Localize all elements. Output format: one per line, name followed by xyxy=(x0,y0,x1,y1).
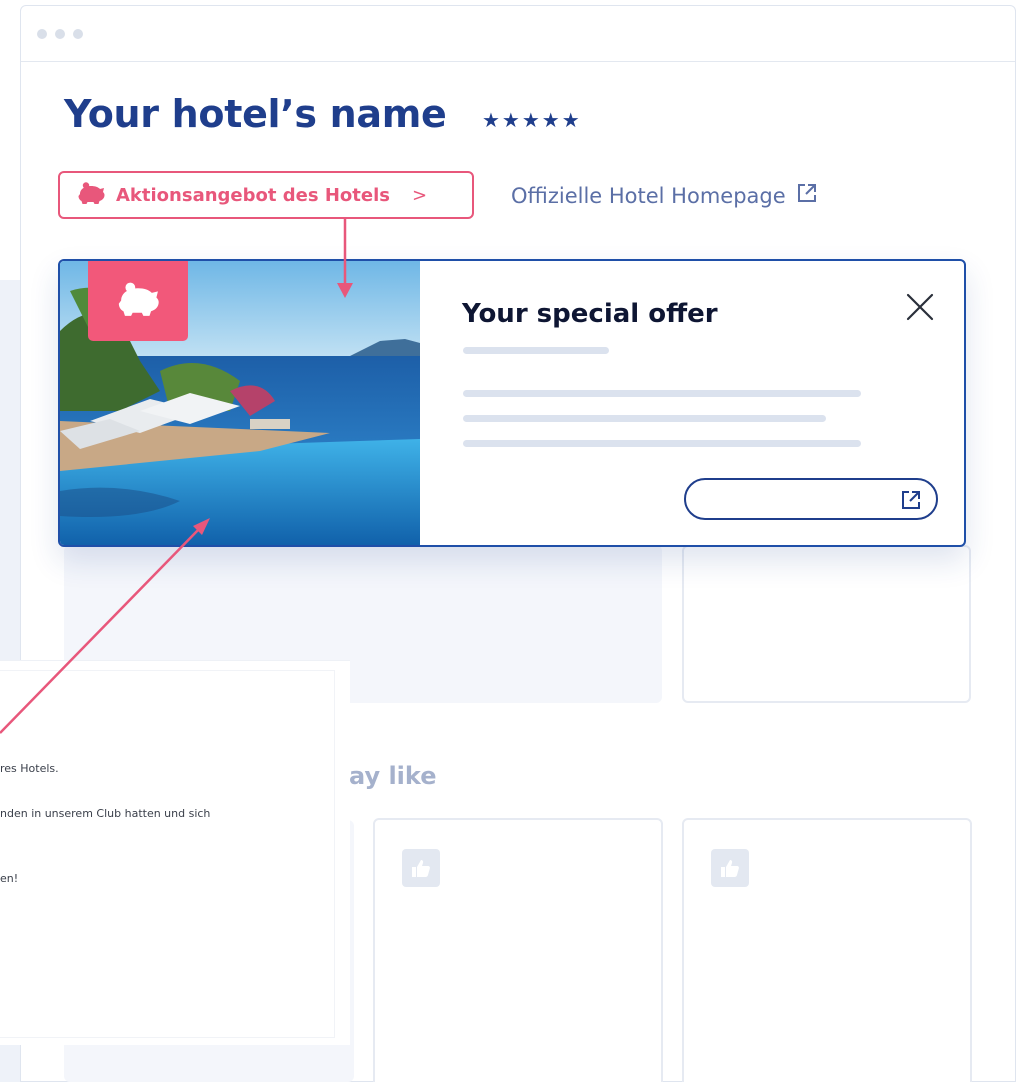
special-offer-label: Aktionsangebot des Hotels xyxy=(116,184,390,206)
close-icon xyxy=(905,292,935,326)
description-text: res Hotels. xyxy=(0,762,59,775)
piggy-bank-icon xyxy=(76,181,106,209)
official-homepage-link[interactable]: Offizielle Hotel Homepage xyxy=(511,182,818,209)
homepage-link-label: Offizielle Hotel Homepage xyxy=(511,183,786,208)
piggy-bank-icon xyxy=(115,281,161,321)
description-text: en! xyxy=(0,872,19,885)
hotel-name: Your hotel’s name xyxy=(64,92,447,136)
thumbs-up-icon xyxy=(402,849,440,887)
offer-link-button[interactable] xyxy=(684,478,938,520)
skeleton-line xyxy=(463,390,861,397)
offer-title: Your special offer xyxy=(462,299,718,329)
window-titlebar xyxy=(21,6,1015,62)
window-dot[interactable] xyxy=(73,28,83,39)
content-card-side xyxy=(682,545,971,703)
window-dot[interactable] xyxy=(37,28,47,39)
skeleton-subtitle xyxy=(463,347,609,354)
description-panel-inner: res Hotels. nden in unserem Club hatten … xyxy=(0,671,334,1037)
special-offer-button[interactable]: Aktionsangebot des Hotels > xyxy=(58,171,474,219)
recommendations-heading: ay like xyxy=(349,762,437,790)
hotel-star-rating: ★★★★★ xyxy=(482,108,582,132)
thumbs-up-icon xyxy=(711,849,749,887)
piggy-bank-badge xyxy=(88,261,188,341)
description-panel: res Hotels. nden in unserem Club hatten … xyxy=(0,660,350,1045)
description-text: nden in unserem Club hatten und sich xyxy=(0,807,211,820)
chevron-right-icon: > xyxy=(411,184,428,206)
close-button[interactable] xyxy=(900,289,940,329)
skeleton-line xyxy=(463,440,861,447)
external-link-icon xyxy=(796,182,818,209)
external-link-icon xyxy=(900,489,922,515)
window-dot[interactable] xyxy=(55,28,65,39)
skeleton-line xyxy=(463,415,826,422)
special-offer-popup: Your special offer xyxy=(58,259,966,547)
